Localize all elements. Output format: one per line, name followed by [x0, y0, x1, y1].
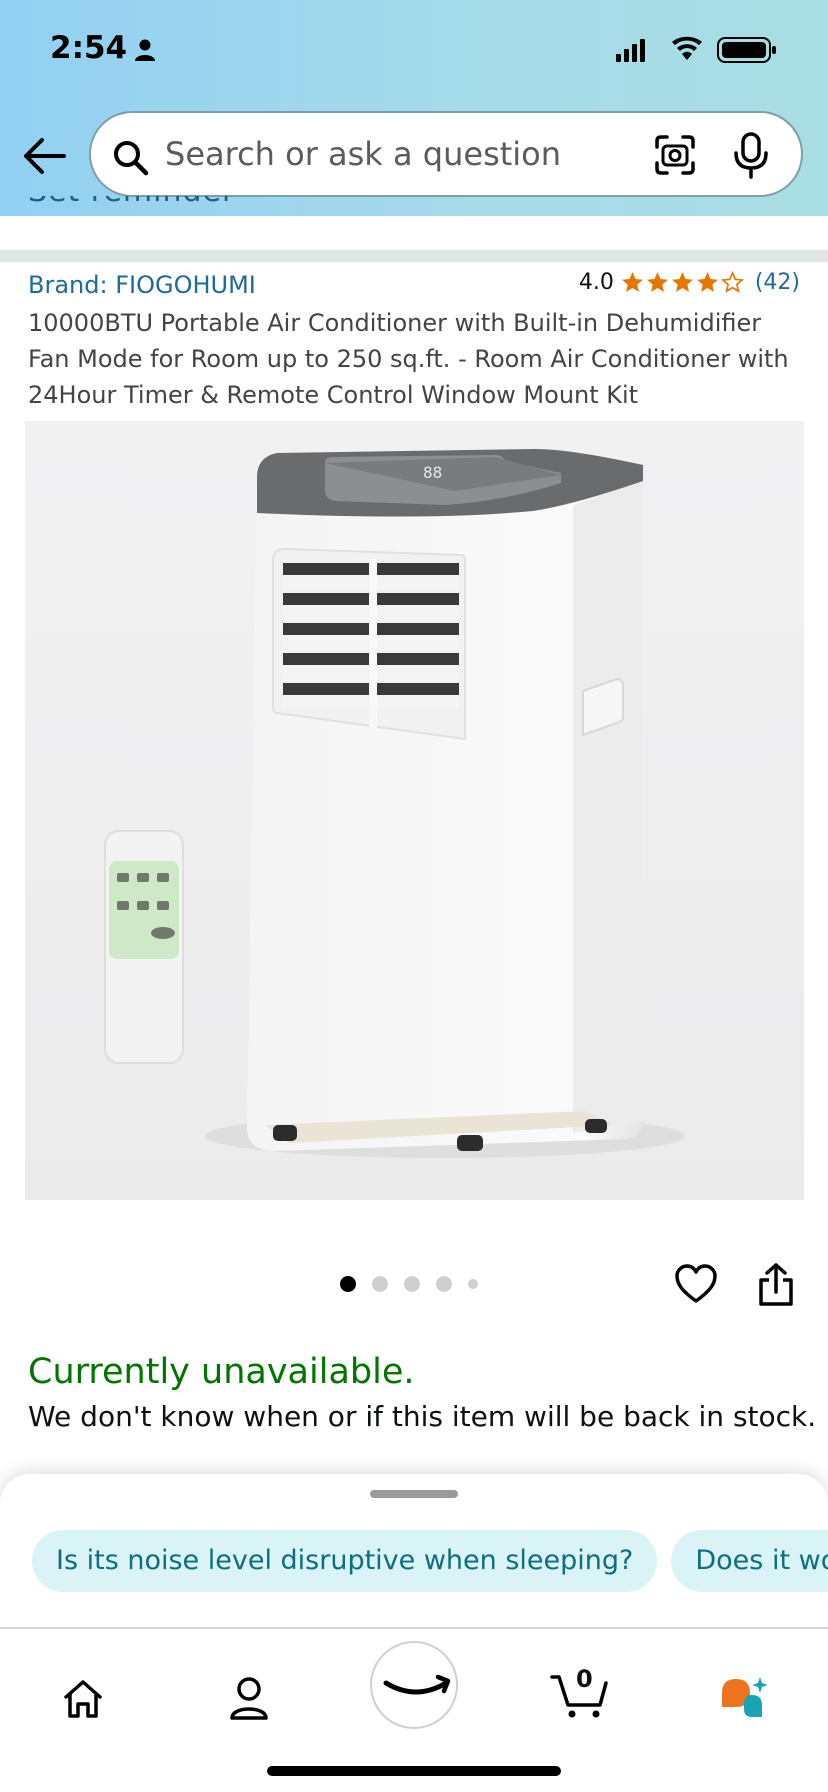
- rufus-icon[interactable]: [718, 1675, 770, 1721]
- star-full-icon: [696, 272, 718, 292]
- brand-link[interactable]: Brand: FIOGOHUMI: [28, 271, 256, 299]
- rating-value: 4.0: [578, 270, 614, 295]
- heart-icon[interactable]: [674, 1263, 718, 1305]
- account-icon[interactable]: [229, 1676, 269, 1720]
- scrolled-remnant: Set reminder: [28, 196, 428, 216]
- remote-control-illustration: [104, 830, 184, 1064]
- cart-button[interactable]: 0: [550, 1665, 608, 1719]
- suggestion-chips: Is its noise level disruptive when sleep…: [32, 1530, 828, 1592]
- star-rating: [620, 270, 745, 295]
- carousel-dot[interactable]: [372, 1276, 388, 1292]
- star-full-icon: [646, 272, 668, 292]
- availability-status: Currently unavailable.: [28, 1352, 415, 1392]
- share-icon[interactable]: [757, 1262, 795, 1308]
- suggestion-chip[interactable]: Is its noise level disruptive when sleep…: [32, 1530, 658, 1592]
- carousel-dot[interactable]: [404, 1276, 420, 1292]
- display-readout: 88: [423, 463, 442, 482]
- rating[interactable]: 4.0 (42): [579, 270, 800, 295]
- status-indicators: [616, 36, 776, 63]
- section-divider: [0, 250, 828, 262]
- suggestion-chip[interactable]: Does it wo: [671, 1530, 828, 1592]
- home-icon[interactable]: [62, 1678, 104, 1720]
- product-image[interactable]: 88: [25, 421, 804, 1200]
- carousel-dot[interactable]: [436, 1276, 452, 1292]
- rating-count[interactable]: (42): [755, 270, 800, 295]
- image-carousel-dots[interactable]: [340, 1276, 478, 1292]
- search-icon: [114, 141, 149, 176]
- wifi-icon: [672, 36, 702, 60]
- status-time: 2:54: [50, 30, 128, 66]
- air-conditioner-illustration: 88: [104, 449, 685, 1158]
- vent-louvers: [283, 559, 459, 729]
- back-arrow-icon[interactable]: [22, 134, 68, 178]
- camera-lens-icon[interactable]: [653, 133, 697, 177]
- rufus-suggestion-sheet: Is its noise level disruptive when sleep…: [0, 1474, 828, 1628]
- carousel-dot[interactable]: [340, 1276, 356, 1292]
- battery-icon: [717, 37, 776, 63]
- person-icon: [135, 39, 155, 61]
- home-indicator: [267, 1766, 561, 1776]
- star-empty-icon: [720, 270, 744, 293]
- star-full-icon: [671, 272, 693, 292]
- cart-count: 0: [576, 1665, 593, 1693]
- microphone-icon[interactable]: [731, 131, 771, 179]
- amazon-smile-icon: [383, 1674, 451, 1695]
- carousel-dot[interactable]: [468, 1279, 478, 1289]
- set-reminder-link[interactable]: Set reminder: [28, 196, 428, 209]
- signal-icon: [616, 39, 645, 62]
- search-bar[interactable]: [89, 111, 803, 197]
- availability-note: We don't know when or if this item will …: [28, 1400, 817, 1433]
- product-title: 10000BTU Portable Air Conditioner with B…: [28, 309, 789, 409]
- search-input[interactable]: [165, 131, 595, 177]
- sheet-drag-handle[interactable]: [370, 1490, 458, 1498]
- amazon-home-button[interactable]: [370, 1641, 458, 1729]
- top-header: 2:54: [0, 0, 828, 216]
- star-full-icon: [621, 272, 643, 292]
